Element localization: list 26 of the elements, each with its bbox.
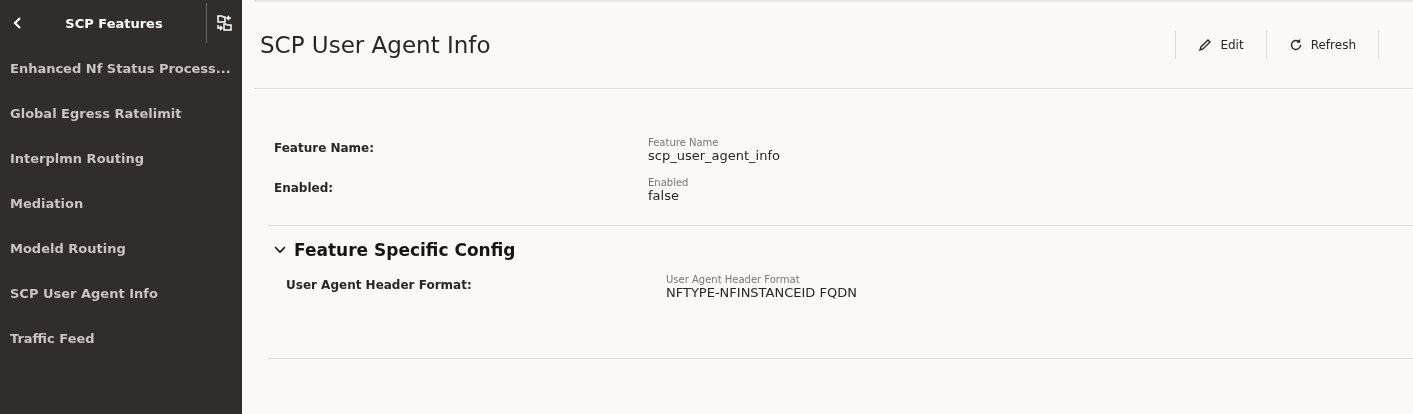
sidebar-item[interactable]: SCP User Agent Info xyxy=(0,271,242,316)
section-header[interactable]: Feature Specific Config xyxy=(268,226,516,274)
field-label: User Agent Header Format: xyxy=(286,277,473,294)
field-value: NFTYPE-NFINSTANCEID FQDN xyxy=(666,285,857,300)
sidebar-item[interactable]: Traffic Feed xyxy=(0,316,242,361)
edit-button[interactable]: Edit xyxy=(1175,31,1266,59)
sidebar-item[interactable]: Mediation xyxy=(0,181,242,226)
sidebar-title: SCP Features xyxy=(64,15,164,31)
field-caption: Feature Name xyxy=(648,137,720,148)
page-title: SCP User Agent Info xyxy=(260,32,492,58)
sidebar-item[interactable]: Global Egress Ratelimit xyxy=(0,91,242,136)
refresh-button[interactable]: Refresh xyxy=(1265,31,1378,59)
field-caption: Enabled xyxy=(648,177,689,188)
sidebar-item[interactable]: Enhanced Nf Status Process... xyxy=(0,46,242,91)
field-value: false xyxy=(648,188,680,203)
chevron-icon xyxy=(274,246,286,254)
field-label: Feature Name: xyxy=(274,140,376,157)
pencil-icon xyxy=(1198,38,1213,52)
sidebar-item[interactable]: Modeld Routing xyxy=(0,226,242,271)
swap-button[interactable] xyxy=(217,15,232,31)
back-button[interactable] xyxy=(12,16,22,30)
field-caption: User Agent Header Format xyxy=(666,274,801,285)
refresh-icon xyxy=(1288,38,1303,52)
field-value: scp_user_agent_info xyxy=(648,148,780,163)
sidebar-item[interactable]: Interplmn Routing xyxy=(0,136,242,181)
field-label: Enabled: xyxy=(274,180,335,197)
